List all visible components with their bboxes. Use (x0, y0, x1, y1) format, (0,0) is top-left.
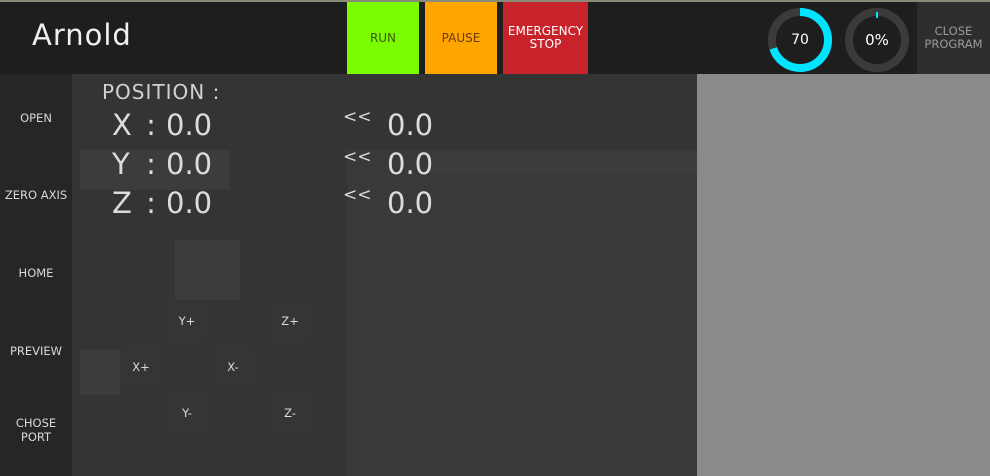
speed-gauge: 70 (767, 7, 833, 73)
set-z-arrow-button[interactable]: << (343, 185, 372, 205)
top-bar: Arnold RUN PAUSE EMERGENCY STOP 70 0% CL… (0, 0, 990, 74)
run-button[interactable]: RUN (347, 2, 419, 74)
sidebar-item-zero-axis[interactable]: ZERO AXIS (0, 188, 72, 202)
axis-value: 0.0 (166, 186, 213, 220)
speed-gauge-value: 70 (791, 32, 809, 48)
sidebar-item-preview[interactable]: PREVIEW (0, 344, 72, 358)
set-y-arrow-button[interactable]: << (343, 147, 372, 167)
axis-value: 0.0 (166, 108, 213, 142)
emergency-stop-button[interactable]: EMERGENCY STOP (503, 2, 588, 74)
axis-label: Y (112, 147, 130, 181)
axis-row-z: Z:0.0 (112, 186, 212, 220)
jog-y-minus-button[interactable]: Y- (167, 393, 207, 433)
axis-row-x: X:0.0 (112, 108, 212, 142)
sidebar: OPEN ZERO AXIS HOME PREVIEW CHOSE PORT (0, 74, 72, 476)
sidebar-item-chose-port[interactable]: CHOSE PORT (0, 416, 72, 444)
sidebar-item-open[interactable]: OPEN (0, 111, 72, 125)
target-z-value: 0.0 (387, 186, 434, 220)
progress-gauge: 0% (844, 7, 910, 73)
axis-label: Z (112, 186, 132, 220)
axis-separator: : (146, 186, 156, 220)
close-program-button[interactable]: CLOSE PROGRAM (917, 2, 990, 74)
axis-separator: : (146, 108, 156, 142)
position-title: POSITION : (102, 80, 221, 104)
pause-button[interactable]: PAUSE (425, 2, 497, 74)
sidebar-item-home[interactable]: HOME (0, 266, 72, 280)
jog-z-minus-button[interactable]: Z- (270, 393, 310, 433)
jog-z-plus-button[interactable]: Z+ (270, 301, 310, 341)
app-title: Arnold (32, 18, 132, 52)
progress-gauge-value: 0% (865, 31, 889, 49)
axis-separator: : (146, 147, 156, 181)
axis-label: X (112, 108, 132, 142)
jog-x-plus-button[interactable]: X+ (121, 347, 161, 387)
jog-x-minus-button[interactable]: X- (213, 347, 253, 387)
target-y-value: 0.0 (387, 147, 434, 181)
target-x-value: 0.0 (387, 108, 434, 142)
jog-y-plus-button[interactable]: Y+ (167, 301, 207, 341)
set-x-arrow-button[interactable]: << (343, 107, 372, 127)
axis-row-y: Y:0.0 (112, 147, 212, 181)
axis-value: 0.0 (166, 147, 213, 181)
right-panel (697, 74, 990, 476)
